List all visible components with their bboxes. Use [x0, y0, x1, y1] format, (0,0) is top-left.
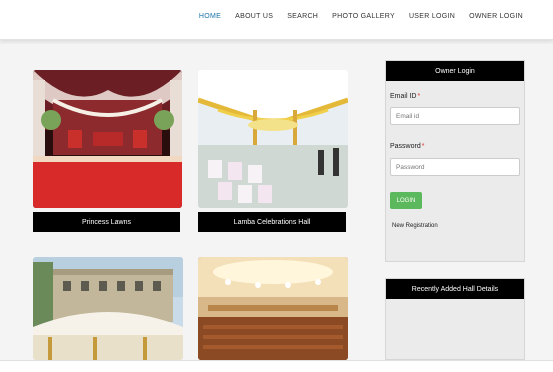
email-label-text: Email ID — [390, 93, 417, 100]
nav-owner-login[interactable]: OWNER LOGIN — [469, 13, 523, 20]
required-mark: * — [421, 143, 425, 150]
owner-login-panel: Owner Login Email ID* Password* LOGIN Ne… — [385, 60, 525, 262]
hall-caption-2[interactable]: Lamba Celebrations Hall — [198, 212, 346, 232]
login-button[interactable]: LOGIN — [390, 192, 422, 209]
hall-photo-princess-lawns[interactable] — [33, 70, 182, 208]
password-label: Password* — [390, 143, 424, 150]
owner-login-title: Owner Login — [386, 61, 524, 81]
main-nav: HOME ABOUT US SEARCH PHOTO GALLERY USER … — [199, 13, 523, 20]
top-navbar: HOME ABOUT US SEARCH PHOTO GALLERY USER … — [0, 0, 553, 40]
nav-user-login[interactable]: USER LOGIN — [409, 13, 455, 20]
hall-photo-4[interactable] — [198, 257, 348, 360]
nav-photo-gallery[interactable]: PHOTO GALLERY — [332, 13, 395, 20]
nav-home[interactable]: HOME — [199, 13, 221, 20]
hall-caption-1[interactable]: Princess Lawns — [33, 212, 180, 232]
horizontal-scrollbar[interactable] — [0, 360, 553, 372]
required-mark: * — [417, 93, 421, 100]
new-registration-link[interactable]: New Registration — [392, 223, 438, 229]
recent-halls-panel: Recently Added Hall Details — [385, 278, 525, 360]
password-input[interactable] — [390, 158, 520, 176]
hall-photo-3[interactable] — [33, 257, 183, 360]
password-label-text: Password — [390, 143, 421, 150]
email-label: Email ID* — [390, 93, 420, 100]
nav-search[interactable]: SEARCH — [287, 13, 318, 20]
nav-about-us[interactable]: ABOUT US — [235, 13, 273, 20]
hall-photo-lamba-celebrations[interactable] — [198, 70, 348, 208]
email-input[interactable] — [390, 107, 520, 125]
recent-halls-title: Recently Added Hall Details — [386, 279, 524, 299]
